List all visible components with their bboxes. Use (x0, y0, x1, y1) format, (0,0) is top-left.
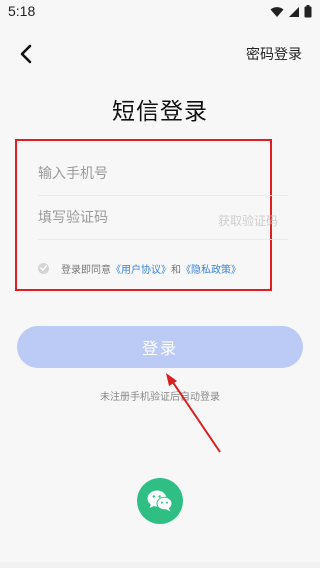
phone-input[interactable] (38, 156, 288, 192)
agreement: 登录即同意 《用户协议》 和 《隐私政策》 (38, 259, 241, 277)
login-button[interactable]: 登录 (17, 326, 303, 368)
battery-icon (304, 5, 312, 18)
agreement-prefix: 登录即同意 (61, 264, 111, 276)
user-agreement-link[interactable]: 《用户协议》 (111, 261, 171, 276)
agreement-and: 和 (171, 264, 181, 276)
signal-icon (289, 6, 299, 17)
check-icon (40, 265, 47, 271)
code-divider (38, 239, 288, 240)
status-icons (270, 5, 312, 18)
nav-bar: 密码登录 (0, 36, 320, 72)
code-field: 获取验证码 (38, 200, 288, 240)
phone-divider (38, 195, 288, 196)
phone-field (38, 156, 288, 196)
status-bar: 5:18 (0, 0, 320, 24)
privacy-policy-link[interactable]: 《隐私政策》 (181, 261, 241, 276)
chevron-left-icon (20, 44, 32, 64)
page-title: 短信登录 (112, 99, 208, 125)
back-button[interactable] (10, 38, 42, 70)
wechat-icon (147, 490, 173, 512)
get-code-button[interactable]: 获取验证码 (218, 212, 278, 229)
password-login-link[interactable]: 密码登录 (246, 44, 302, 64)
status-time: 5:18 (8, 3, 36, 19)
wifi-icon (270, 6, 284, 17)
agree-checkbox[interactable] (38, 262, 49, 274)
code-input[interactable] (38, 200, 208, 236)
wechat-login-button[interactable] (137, 478, 183, 524)
hint-text: 未注册手机验证后自动登录 (100, 392, 220, 403)
home-indicator (0, 562, 320, 568)
